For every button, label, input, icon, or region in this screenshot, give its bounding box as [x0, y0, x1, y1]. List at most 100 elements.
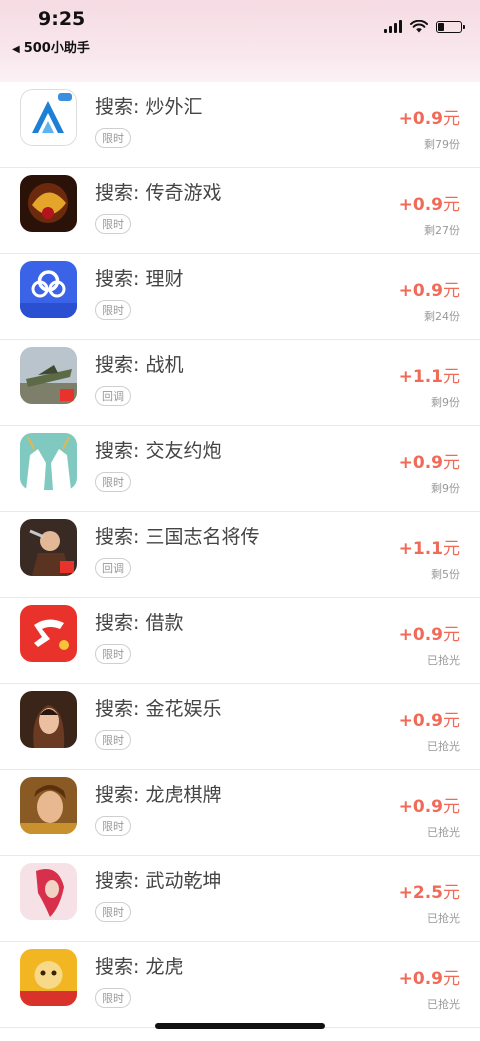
task-title: 搜索: 龙虎: [95, 956, 184, 978]
martial-game-icon: [20, 863, 77, 920]
task-title: 搜索: 武动乾坤: [95, 870, 222, 892]
reward-amount: 0.9: [412, 109, 443, 129]
task-remaining: 剩9份: [431, 396, 460, 409]
reward-amount: 0.9: [412, 711, 443, 731]
back-to-app-button[interactable]: ◀ 500小助手: [12, 37, 90, 56]
reward-prefix: +: [398, 797, 413, 817]
reward-prefix: +: [398, 109, 413, 129]
task-title: 搜索: 龙虎棋牌: [95, 784, 222, 806]
reward-unit: 元: [443, 969, 460, 989]
status-bar: 9:25 ◀ 500小助手: [0, 0, 480, 82]
dating-app-icon: [20, 433, 77, 490]
task-reward: +0.9元: [399, 276, 460, 301]
reward-amount: 1.1: [412, 367, 443, 387]
task-row[interactable]: 搜索: 借款 限时 +0.9元 已抢光: [0, 598, 480, 684]
back-arrow-icon: ◀: [12, 44, 20, 55]
task-list: 搜索: 炒外汇 限时 +0.9元 剩79份 搜索: 传奇游戏 限时 +0.9元 …: [0, 82, 480, 1028]
reward-amount: 0.9: [412, 625, 443, 645]
forex-app-icon: [20, 89, 77, 146]
task-row[interactable]: 搜索: 武动乾坤 限时 +2.5元 已抢光: [0, 856, 480, 942]
task-tag: 限时: [95, 128, 131, 148]
home-indicator[interactable]: [155, 1023, 325, 1029]
reward-prefix: +: [398, 969, 413, 989]
back-app-label: 500小助手: [23, 41, 90, 56]
task-tag: 限时: [95, 730, 131, 750]
finance-app-icon: [20, 261, 77, 318]
reward-unit: 元: [443, 625, 460, 645]
warplane-game-icon: [20, 347, 77, 404]
task-title: 搜索: 理财: [95, 268, 184, 290]
task-title: 搜索: 战机: [95, 354, 184, 376]
battery-level-fill: [438, 22, 445, 31]
reward-prefix: +: [398, 539, 413, 559]
reward-prefix: +: [398, 625, 413, 645]
task-row[interactable]: 搜索: 龙虎 限时 +0.9元 已抢光: [0, 942, 480, 1028]
task-row[interactable]: 搜索: 龙虎棋牌 限时 +0.9元 已抢光: [0, 770, 480, 856]
reward-prefix: +: [398, 883, 413, 903]
task-remaining: 剩9份: [431, 482, 460, 495]
reward-unit: 元: [443, 539, 460, 559]
task-tag: 限时: [95, 816, 131, 836]
reward-unit: 元: [443, 797, 460, 817]
task-remaining: 已抢光: [427, 740, 460, 753]
task-tag: 回调: [95, 558, 131, 578]
chess-card-game-icon: [20, 777, 77, 834]
card-game-icon: [20, 691, 77, 748]
task-reward: +0.9元: [399, 964, 460, 989]
reward-amount: 0.9: [412, 797, 443, 817]
task-title: 搜索: 借款: [95, 612, 184, 634]
task-remaining: 剩24份: [424, 310, 460, 323]
task-title: 搜索: 金花娱乐: [95, 698, 222, 720]
task-row[interactable]: 搜索: 交友约炮 限时 +0.9元 剩9份: [0, 426, 480, 512]
reward-prefix: +: [398, 453, 413, 473]
task-title: 搜索: 传奇游戏: [95, 182, 222, 204]
task-title: 搜索: 交友约炮: [95, 440, 222, 462]
task-row[interactable]: 搜索: 三国志名将传 回调 +1.1元 剩5份: [0, 512, 480, 598]
status-time: 9:25: [38, 8, 86, 30]
task-title: 搜索: 三国志名将传: [95, 526, 260, 548]
reward-unit: 元: [443, 367, 460, 387]
task-reward: +2.5元: [399, 878, 460, 903]
task-reward: +1.1元: [399, 362, 460, 387]
reward-unit: 元: [443, 195, 460, 215]
task-tag: 限时: [95, 988, 131, 1008]
task-tag: 回调: [95, 386, 131, 406]
reward-unit: 元: [443, 453, 460, 473]
three-kingdoms-game-icon: [20, 519, 77, 576]
reward-amount: 2.5: [412, 883, 443, 903]
task-reward: +0.9元: [399, 620, 460, 645]
reward-amount: 0.9: [412, 969, 443, 989]
reward-prefix: +: [398, 195, 413, 215]
wifi-icon: [410, 20, 428, 33]
reward-amount: 0.9: [412, 281, 443, 301]
reward-prefix: +: [398, 367, 413, 387]
task-remaining: 剩5份: [431, 568, 460, 581]
task-row[interactable]: 搜索: 传奇游戏 限时 +0.9元 剩27份: [0, 168, 480, 254]
task-row[interactable]: 搜索: 战机 回调 +1.1元 剩9份: [0, 340, 480, 426]
task-row[interactable]: 搜索: 炒外汇 限时 +0.9元 剩79份: [0, 82, 480, 168]
task-tag: 限时: [95, 472, 131, 492]
task-remaining: 已抢光: [427, 654, 460, 667]
task-title: 搜索: 炒外汇: [95, 96, 203, 118]
reward-amount: 0.9: [412, 453, 443, 473]
task-remaining: 剩79份: [424, 138, 460, 151]
task-tag: 限时: [95, 300, 131, 320]
task-remaining: 已抢光: [427, 826, 460, 839]
task-reward: +0.9元: [399, 448, 460, 473]
reward-unit: 元: [443, 711, 460, 731]
task-reward: +1.1元: [399, 534, 460, 559]
task-tag: 限时: [95, 644, 131, 664]
task-row[interactable]: 搜索: 理财 限时 +0.9元 剩24份: [0, 254, 480, 340]
task-row[interactable]: 搜索: 金花娱乐 限时 +0.9元 已抢光: [0, 684, 480, 770]
reward-unit: 元: [443, 109, 460, 129]
reward-unit: 元: [443, 883, 460, 903]
legend-game-icon: [20, 175, 77, 232]
task-reward: +0.9元: [399, 706, 460, 731]
dragon-tiger-game-icon: [20, 949, 77, 1006]
task-reward: +0.9元: [399, 190, 460, 215]
battery-icon: [436, 20, 465, 33]
reward-prefix: +: [398, 281, 413, 301]
status-icons: [384, 20, 465, 33]
cellular-signal-icon: [384, 20, 402, 33]
task-tag: 限时: [95, 214, 131, 234]
